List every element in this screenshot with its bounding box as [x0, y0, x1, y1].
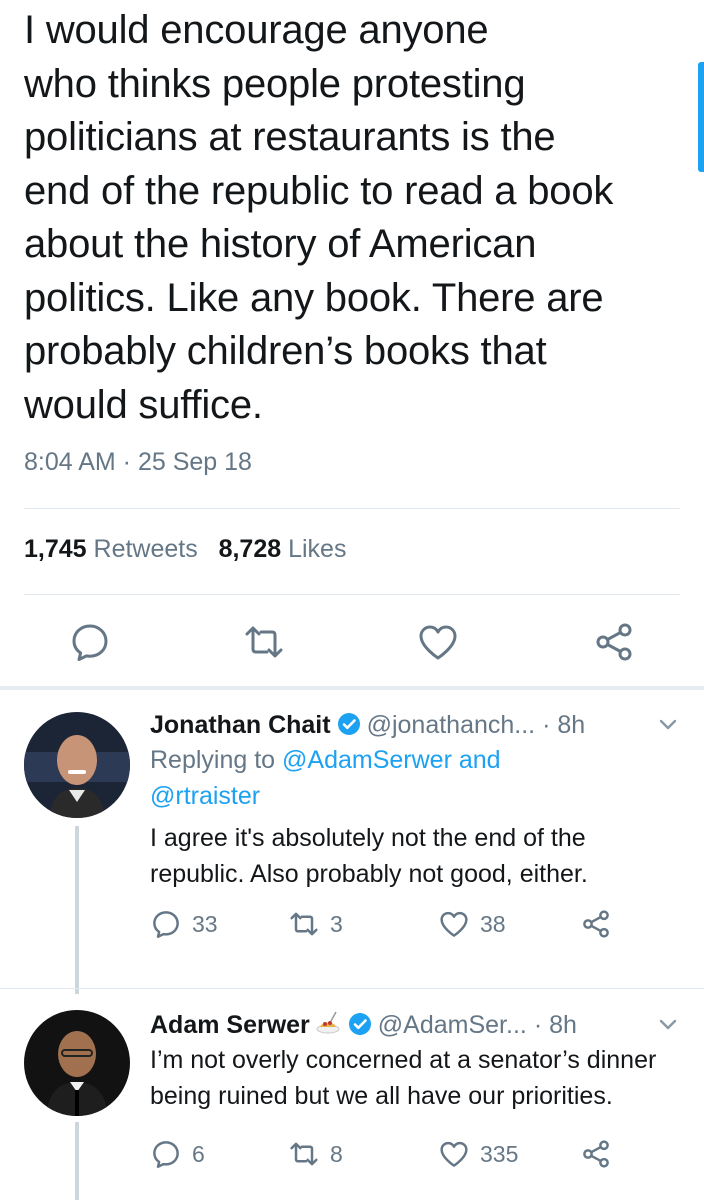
divider	[24, 508, 680, 509]
tweet-actions	[0, 620, 704, 664]
replying-to: Replying to @AdamSerwer and	[150, 742, 680, 778]
retweet-count: 3	[330, 910, 343, 937]
reply-button[interactable]	[68, 620, 112, 664]
reply-actions: 6 8 335	[150, 1138, 680, 1178]
reply-body: Jonathan Chait @jonathanch... · 8h Replyi…	[150, 708, 680, 948]
likes-label: Likes	[288, 535, 347, 563]
retweet-icon	[245, 626, 283, 658]
likes-stat[interactable]: 8,728 Likes	[219, 535, 347, 563]
retweets-count: 1,745	[24, 535, 87, 563]
author-handle[interactable]: @AdamSer...	[378, 1011, 527, 1039]
reply-header: Jonathan Chait @jonathanch... · 8h	[150, 708, 680, 742]
share-button[interactable]	[580, 1138, 612, 1170]
divider	[0, 988, 704, 989]
chevron-down-icon[interactable]	[656, 1012, 680, 1036]
retweet-icon	[290, 912, 318, 936]
replying-prefix: Replying to	[150, 746, 283, 774]
avatar[interactable]	[24, 1010, 130, 1116]
reply-tweet[interactable]: Jonathan Chait @jonathanch... · 8h Replyi…	[0, 700, 704, 1000]
reply-count: 33	[192, 910, 218, 937]
like-icon	[440, 911, 468, 937]
reply-count: 6	[192, 1140, 205, 1167]
retweet-icon	[290, 1142, 318, 1166]
thread-line	[75, 1122, 79, 1200]
share-button[interactable]	[580, 908, 612, 940]
reply-button[interactable]: 33	[150, 908, 218, 940]
divider	[24, 594, 680, 595]
share-icon	[583, 910, 609, 938]
like-count: 38	[480, 910, 506, 937]
reply-icon	[153, 911, 179, 938]
reply-header: Adam Serwer @AdamSer... · 8h	[150, 1008, 680, 1042]
verified-icon	[348, 1013, 371, 1035]
reply-tweet[interactable]: Adam Serwer @AdamSer... · 8h I’m not over…	[0, 1000, 704, 1200]
reply-icon	[72, 624, 108, 661]
avatar[interactable]	[24, 712, 130, 818]
like-count: 335	[480, 1140, 519, 1167]
tweet-timestamp[interactable]: 8:04 AM · 25 Sep 18	[24, 448, 252, 477]
avatar-image	[24, 1010, 130, 1116]
tweet-text: I would encourage anyone who thinks peop…	[24, 8, 614, 427]
reply-text: I agree it's absolutely not the end of t…	[150, 824, 588, 888]
reply-text: I’m not overly concerned at a senator’s …	[150, 1046, 657, 1110]
reply-button[interactable]: 6	[150, 1138, 205, 1170]
like-button[interactable]: 335	[438, 1138, 518, 1170]
share-icon	[583, 1140, 609, 1168]
retweet-button[interactable]: 8	[288, 1138, 343, 1170]
tweet-stats: 1,745 Retweets 8,728 Likes	[24, 535, 346, 564]
chevron-down-icon[interactable]	[656, 712, 680, 736]
retweet-button[interactable]: 3	[288, 908, 343, 940]
like-button[interactable]: 38	[438, 908, 506, 940]
like-button[interactable]	[416, 620, 460, 664]
reply-actions: 33 3 38	[150, 908, 680, 948]
retweets-stat[interactable]: 1,745 Retweets	[24, 535, 198, 563]
retweet-count: 8	[330, 1140, 343, 1167]
section-separator	[0, 686, 704, 690]
thread-line	[75, 826, 79, 994]
mention-link[interactable]: @rtraister	[150, 782, 260, 810]
replying-to-line2: @rtraister	[150, 778, 680, 814]
share-button[interactable]	[592, 620, 636, 664]
retweets-label: Retweets	[93, 535, 198, 563]
author-name[interactable]: Jonathan Chait	[150, 711, 331, 739]
spaghetti-emoji-icon	[316, 1011, 340, 1034]
tweet-time: · 8h	[533, 1011, 577, 1039]
share-icon	[596, 623, 632, 661]
avatar-image	[24, 712, 130, 818]
author-name[interactable]: Adam Serwer	[150, 1011, 310, 1039]
tweet-time: · 8h	[542, 711, 586, 739]
verified-icon	[337, 713, 360, 735]
likes-count: 8,728	[218, 535, 282, 563]
mention-link[interactable]: @AdamSerwer and	[282, 746, 501, 774]
like-icon	[419, 625, 457, 660]
author-handle[interactable]: @jonathanch...	[367, 711, 536, 739]
scrollbar-thumb[interactable]	[698, 62, 704, 172]
reply-body: Adam Serwer @AdamSer... · 8h I’m not over…	[150, 1008, 680, 1178]
retweet-button[interactable]	[242, 620, 286, 664]
reply-icon	[153, 1141, 179, 1168]
like-icon	[440, 1141, 468, 1167]
